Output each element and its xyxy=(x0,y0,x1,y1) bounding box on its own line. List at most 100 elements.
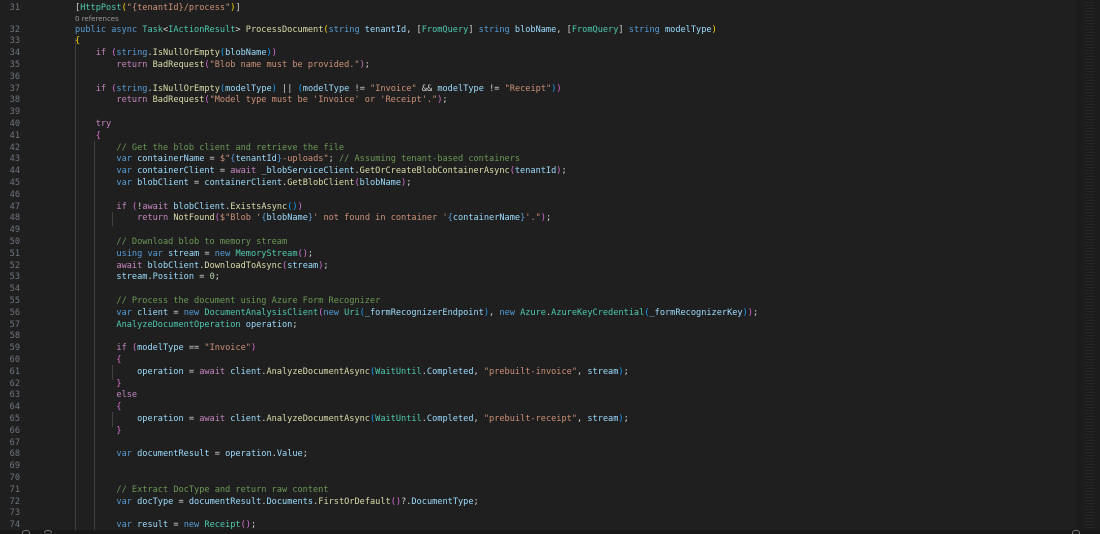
code-token: return xyxy=(116,59,153,70)
code-line[interactable]: 39 xyxy=(0,107,1100,119)
code-token: blobClient xyxy=(137,177,195,188)
code-token: modelType xyxy=(225,83,272,94)
code-token: = xyxy=(188,366,200,377)
code-token: ; xyxy=(214,272,220,283)
code-token: FromQuery xyxy=(421,24,469,35)
code-line[interactable]: 32 public async Task<IActionResult> Proce… xyxy=(0,25,1100,37)
code-line[interactable]: 41 { xyxy=(0,131,1100,143)
code-editor[interactable]: 0 references 31 [HttpPost("{tenantId}/pro… xyxy=(0,0,1100,534)
code-token: NotFound xyxy=(173,213,215,224)
code-text: if (string.IsNullOrEmpty(modelType) || (… xyxy=(75,84,562,96)
code-line[interactable]: 44 var containerClient = await _blobServ… xyxy=(0,166,1100,178)
code-text: try xyxy=(75,119,112,131)
code-line[interactable]: 65 operation = await client.AnalyzeDocum… xyxy=(0,414,1100,426)
code-token: operation xyxy=(245,319,293,330)
code-token: Value xyxy=(276,449,303,460)
code-token: , [ xyxy=(556,24,572,35)
code-token: ; xyxy=(307,248,314,259)
line-number: 53 xyxy=(9,272,20,283)
line-number: 46 xyxy=(9,189,20,200)
code-line[interactable]: 50 // Download blob to memory stream xyxy=(0,237,1100,249)
code-line[interactable]: 60 { xyxy=(0,355,1100,367)
code-token: tenantId xyxy=(514,166,557,177)
minimap[interactable] xyxy=(1076,0,1100,534)
code-text: await blobClient.DownloadToAsync(stream)… xyxy=(75,260,328,273)
horizontal-scrollbar[interactable] xyxy=(0,530,1100,534)
code-line[interactable]: 72 var docType = documentResult.Document… xyxy=(0,497,1100,509)
code-token: new xyxy=(183,307,205,318)
code-token: modelType xyxy=(664,24,712,35)
line-number: 31 xyxy=(9,3,20,13)
code-line[interactable]: 46 xyxy=(0,190,1100,202)
code-token: stream xyxy=(287,260,319,271)
code-line[interactable]: 66 } xyxy=(0,426,1100,438)
indent-guide xyxy=(112,212,113,226)
code-line[interactable]: 40 try xyxy=(0,119,1100,131)
code-line[interactable]: 63 else xyxy=(0,390,1100,402)
code-token: var xyxy=(116,177,138,188)
code-token: new xyxy=(323,307,345,318)
code-line[interactable]: 64 { xyxy=(0,402,1100,414)
code-line[interactable]: 67 xyxy=(0,438,1100,450)
code-line[interactable]: 69 xyxy=(0,461,1100,473)
code-line[interactable]: 71 // Extract DocType and return raw con… xyxy=(0,485,1100,497)
code-token: Documents xyxy=(266,496,314,507)
code-token: FromQuery xyxy=(571,24,619,35)
code-line[interactable]: 48 return NotFound($"Blob '{blobName}' n… xyxy=(0,213,1100,225)
code-line[interactable]: 42 // Get the blob client and retrieve t… xyxy=(0,143,1100,155)
code-line[interactable]: 34 if (string.IsNullOrEmpty(blobName)) xyxy=(0,48,1100,60)
code-line[interactable]: 35 return BadRequest("Blob name must be … xyxy=(0,60,1100,72)
code-text: // Extract DocType and return raw conten… xyxy=(75,485,328,497)
code-line[interactable]: 58 xyxy=(0,331,1100,343)
code-token: stream xyxy=(116,272,148,283)
code-line[interactable]: 51 using var stream = new MemoryStream()… xyxy=(0,249,1100,261)
line-number: 65 xyxy=(9,413,20,424)
code-token: $" xyxy=(219,154,231,165)
code-token: blobName xyxy=(225,48,267,59)
code-line[interactable]: 49 xyxy=(0,225,1100,237)
code-token: if xyxy=(116,343,132,354)
code-line[interactable]: 59 if (modelType == "Invoice") xyxy=(0,343,1100,355)
code-line[interactable]: 54 xyxy=(0,284,1100,296)
code-token: = xyxy=(199,272,210,283)
code-token: _formRecognizerEndpoint xyxy=(364,307,484,318)
code-line[interactable]: 52 await blobClient.DownloadToAsync(stre… xyxy=(0,261,1100,273)
codelens-references[interactable]: 0 references xyxy=(75,14,119,24)
code-line[interactable]: 33{ xyxy=(0,36,1100,48)
code-token: GetBlobClient xyxy=(287,177,355,188)
code-line[interactable]: 62 } xyxy=(0,379,1100,391)
code-line[interactable]: 47 if (!await blobClient.ExistsAsync()) xyxy=(0,202,1100,214)
code-token: Task xyxy=(142,24,163,35)
code-line[interactable]: 56 var client = new DocumentAnalysisClie… xyxy=(0,308,1100,320)
code-line[interactable]: 68 var documentResult = operation.Value; xyxy=(0,449,1100,461)
code-line[interactable]: 53 stream.Position = 0; xyxy=(0,272,1100,284)
code-line[interactable]: 31 [HttpPost("{tenantId}/process")] xyxy=(0,3,1100,15)
code-text: if (!await blobClient.ExistsAsync()) xyxy=(75,202,302,214)
code-line[interactable]: 43 var containerName = $"{tenantId}-uplo… xyxy=(0,154,1100,166)
code-token: client xyxy=(230,366,262,377)
code-token: var xyxy=(116,496,138,507)
line-number: 32 xyxy=(9,24,20,35)
code-token: IsNullOrEmpty xyxy=(152,48,220,59)
code-line[interactable]: 45 var blobClient = containerClient.GetB… xyxy=(0,178,1100,190)
code-line[interactable]: 37 if (string.IsNullOrEmpty(modelType) |… xyxy=(0,84,1100,96)
code-line[interactable]: 57 AnalyzeDocumentOperation operation; xyxy=(0,320,1100,332)
code-token: Completed xyxy=(426,366,474,377)
code-line[interactable]: 55 // Process the document using Azure F… xyxy=(0,296,1100,308)
code-line[interactable]: 70 xyxy=(0,473,1100,485)
code-token: var xyxy=(116,166,138,177)
code-line[interactable]: 61 operation = await client.AnalyzeDocum… xyxy=(0,367,1100,379)
indent-guide xyxy=(75,38,76,534)
code-token: { xyxy=(116,354,122,365)
code-token: ) xyxy=(556,83,562,94)
code-line[interactable]: 36 xyxy=(0,72,1100,84)
code-line[interactable]: 73 xyxy=(0,508,1100,520)
code-token: ; xyxy=(623,413,629,424)
code-line[interactable]: 38 return BadRequest("Model type must be… xyxy=(0,95,1100,107)
